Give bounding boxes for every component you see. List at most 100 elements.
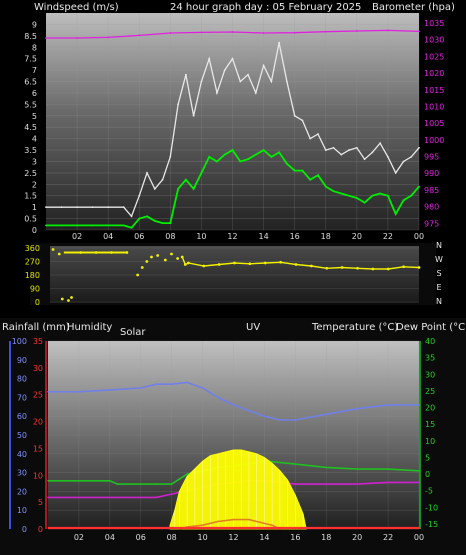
- pressure-point: [138, 34, 141, 37]
- speed-point: [317, 174, 319, 177]
- climate-x-tick: 02: [74, 533, 84, 542]
- barometer-y-tick: 995: [424, 153, 439, 162]
- temperature-axis-label: Temperature (°C): [311, 322, 398, 333]
- humidity-point: [325, 413, 328, 416]
- speed-point: [301, 169, 304, 172]
- humidity-point: [356, 407, 358, 410]
- gust-point: [394, 171, 397, 174]
- temperature-point: [170, 483, 173, 485]
- wind-x-tick: 14: [258, 232, 268, 241]
- gust-point: [60, 206, 63, 209]
- pressure-point: [76, 37, 78, 39]
- speed-point: [387, 194, 389, 197]
- speed-point: [130, 226, 133, 229]
- temperature-point: [418, 469, 420, 472]
- wind-x-tick: 18: [321, 232, 331, 241]
- humidity-y-tick: 90: [17, 356, 27, 365]
- speed-point: [285, 162, 288, 165]
- temperature-y-tick: 35: [425, 354, 435, 363]
- wind-y-tick: 6: [32, 89, 37, 98]
- wind-y-tick: 9: [32, 20, 37, 29]
- temperature-y-tick: 0: [425, 470, 430, 479]
- speed-point: [231, 149, 234, 151]
- gust-point: [324, 149, 327, 151]
- speed-point: [200, 171, 203, 174]
- gust-point: [130, 215, 133, 218]
- barometer-y-tick: 1000: [424, 136, 444, 145]
- humidity-point: [170, 383, 173, 386]
- rain-y-tick: 0: [38, 525, 43, 534]
- speed-point: [153, 219, 156, 222]
- humidity-y-tick: 10: [17, 506, 27, 515]
- temperature-point: [124, 483, 127, 485]
- temperature-y-tick: 30: [425, 370, 435, 379]
- pressure-point: [387, 29, 389, 32]
- wind-x-tick: 22: [383, 232, 393, 241]
- wind-y-tick: 0: [32, 226, 37, 235]
- pressure-point: [107, 36, 110, 39]
- pressure-point: [293, 31, 296, 34]
- wind-y-tick: 8.5: [24, 32, 37, 41]
- humidity-point: [232, 404, 235, 406]
- direction-point: [217, 263, 221, 266]
- speed-point: [223, 153, 226, 156]
- wind-y-tick: 4: [32, 135, 37, 144]
- direction-plot-area: [50, 246, 419, 303]
- uv-point: [263, 522, 266, 525]
- wind-x-tick: 00: [414, 232, 424, 241]
- gust-point: [387, 156, 389, 158]
- dewpoint-point: [47, 496, 49, 499]
- direction-point: [163, 258, 167, 262]
- direction-point: [140, 266, 144, 269]
- speed-point: [76, 224, 78, 227]
- wind-y-tick: 0.5: [24, 215, 37, 224]
- temperature-point: [116, 483, 119, 485]
- speed-point: [324, 185, 327, 188]
- speed-point: [270, 156, 273, 158]
- gust-point: [122, 206, 125, 209]
- uv-point: [232, 518, 235, 521]
- direction-point: [248, 262, 252, 266]
- pressure-point: [324, 30, 327, 33]
- speed-point: [278, 151, 281, 154]
- rain-y-tick: 35: [33, 337, 43, 346]
- climate-x-tick: 14: [259, 533, 269, 542]
- temperature-y-tick: 20: [425, 404, 435, 413]
- direction-point: [156, 254, 160, 257]
- barometer-y-tick: 985: [424, 186, 439, 195]
- wind-y-tick: 3.5: [24, 146, 37, 155]
- humidity-point: [248, 409, 250, 412]
- climate-x-tick: 04: [105, 533, 115, 542]
- temperature-y-tick: -5: [425, 487, 433, 496]
- pressure-point: [231, 31, 234, 33]
- gust-point: [45, 206, 47, 209]
- barometer-y-tick: 1005: [424, 119, 444, 128]
- direction-point: [233, 261, 236, 265]
- direction-y-tick: 270: [25, 258, 40, 267]
- humidity-point: [217, 396, 219, 399]
- dewpoint-point: [109, 496, 111, 499]
- gust-point: [293, 114, 296, 117]
- dewpoint-point: [387, 481, 389, 484]
- speed-point: [402, 199, 405, 202]
- weather-graph-page: Windspeed (m/s) 24 hour graph day : 05 F…: [0, 0, 466, 555]
- direction-point: [402, 265, 406, 269]
- direction-point: [145, 260, 149, 263]
- gust-point: [262, 64, 265, 67]
- direction-point: [136, 273, 140, 277]
- climate-x-tick: 10: [197, 533, 207, 542]
- temperature-point: [186, 473, 188, 475]
- compass-label: S: [436, 269, 441, 278]
- barometer-y-tick: 1015: [424, 86, 444, 95]
- wind-y-tick: 8: [32, 43, 37, 52]
- gust-point: [278, 41, 281, 44]
- dewpoint-axis-label: Dew Point (°C): [396, 322, 466, 333]
- speed-point: [332, 190, 335, 193]
- weather-chart-canvas: Windspeed (m/s) 24 hour graph day : 05 F…: [0, 0, 466, 555]
- speed-point: [45, 224, 47, 227]
- direction-point: [386, 267, 390, 271]
- direction-point: [70, 296, 73, 299]
- temperature-point: [78, 479, 80, 482]
- humidity-y-tick: 50: [17, 431, 27, 440]
- wind-chart-title: 24 hour graph day : 05 February 2025: [170, 2, 361, 13]
